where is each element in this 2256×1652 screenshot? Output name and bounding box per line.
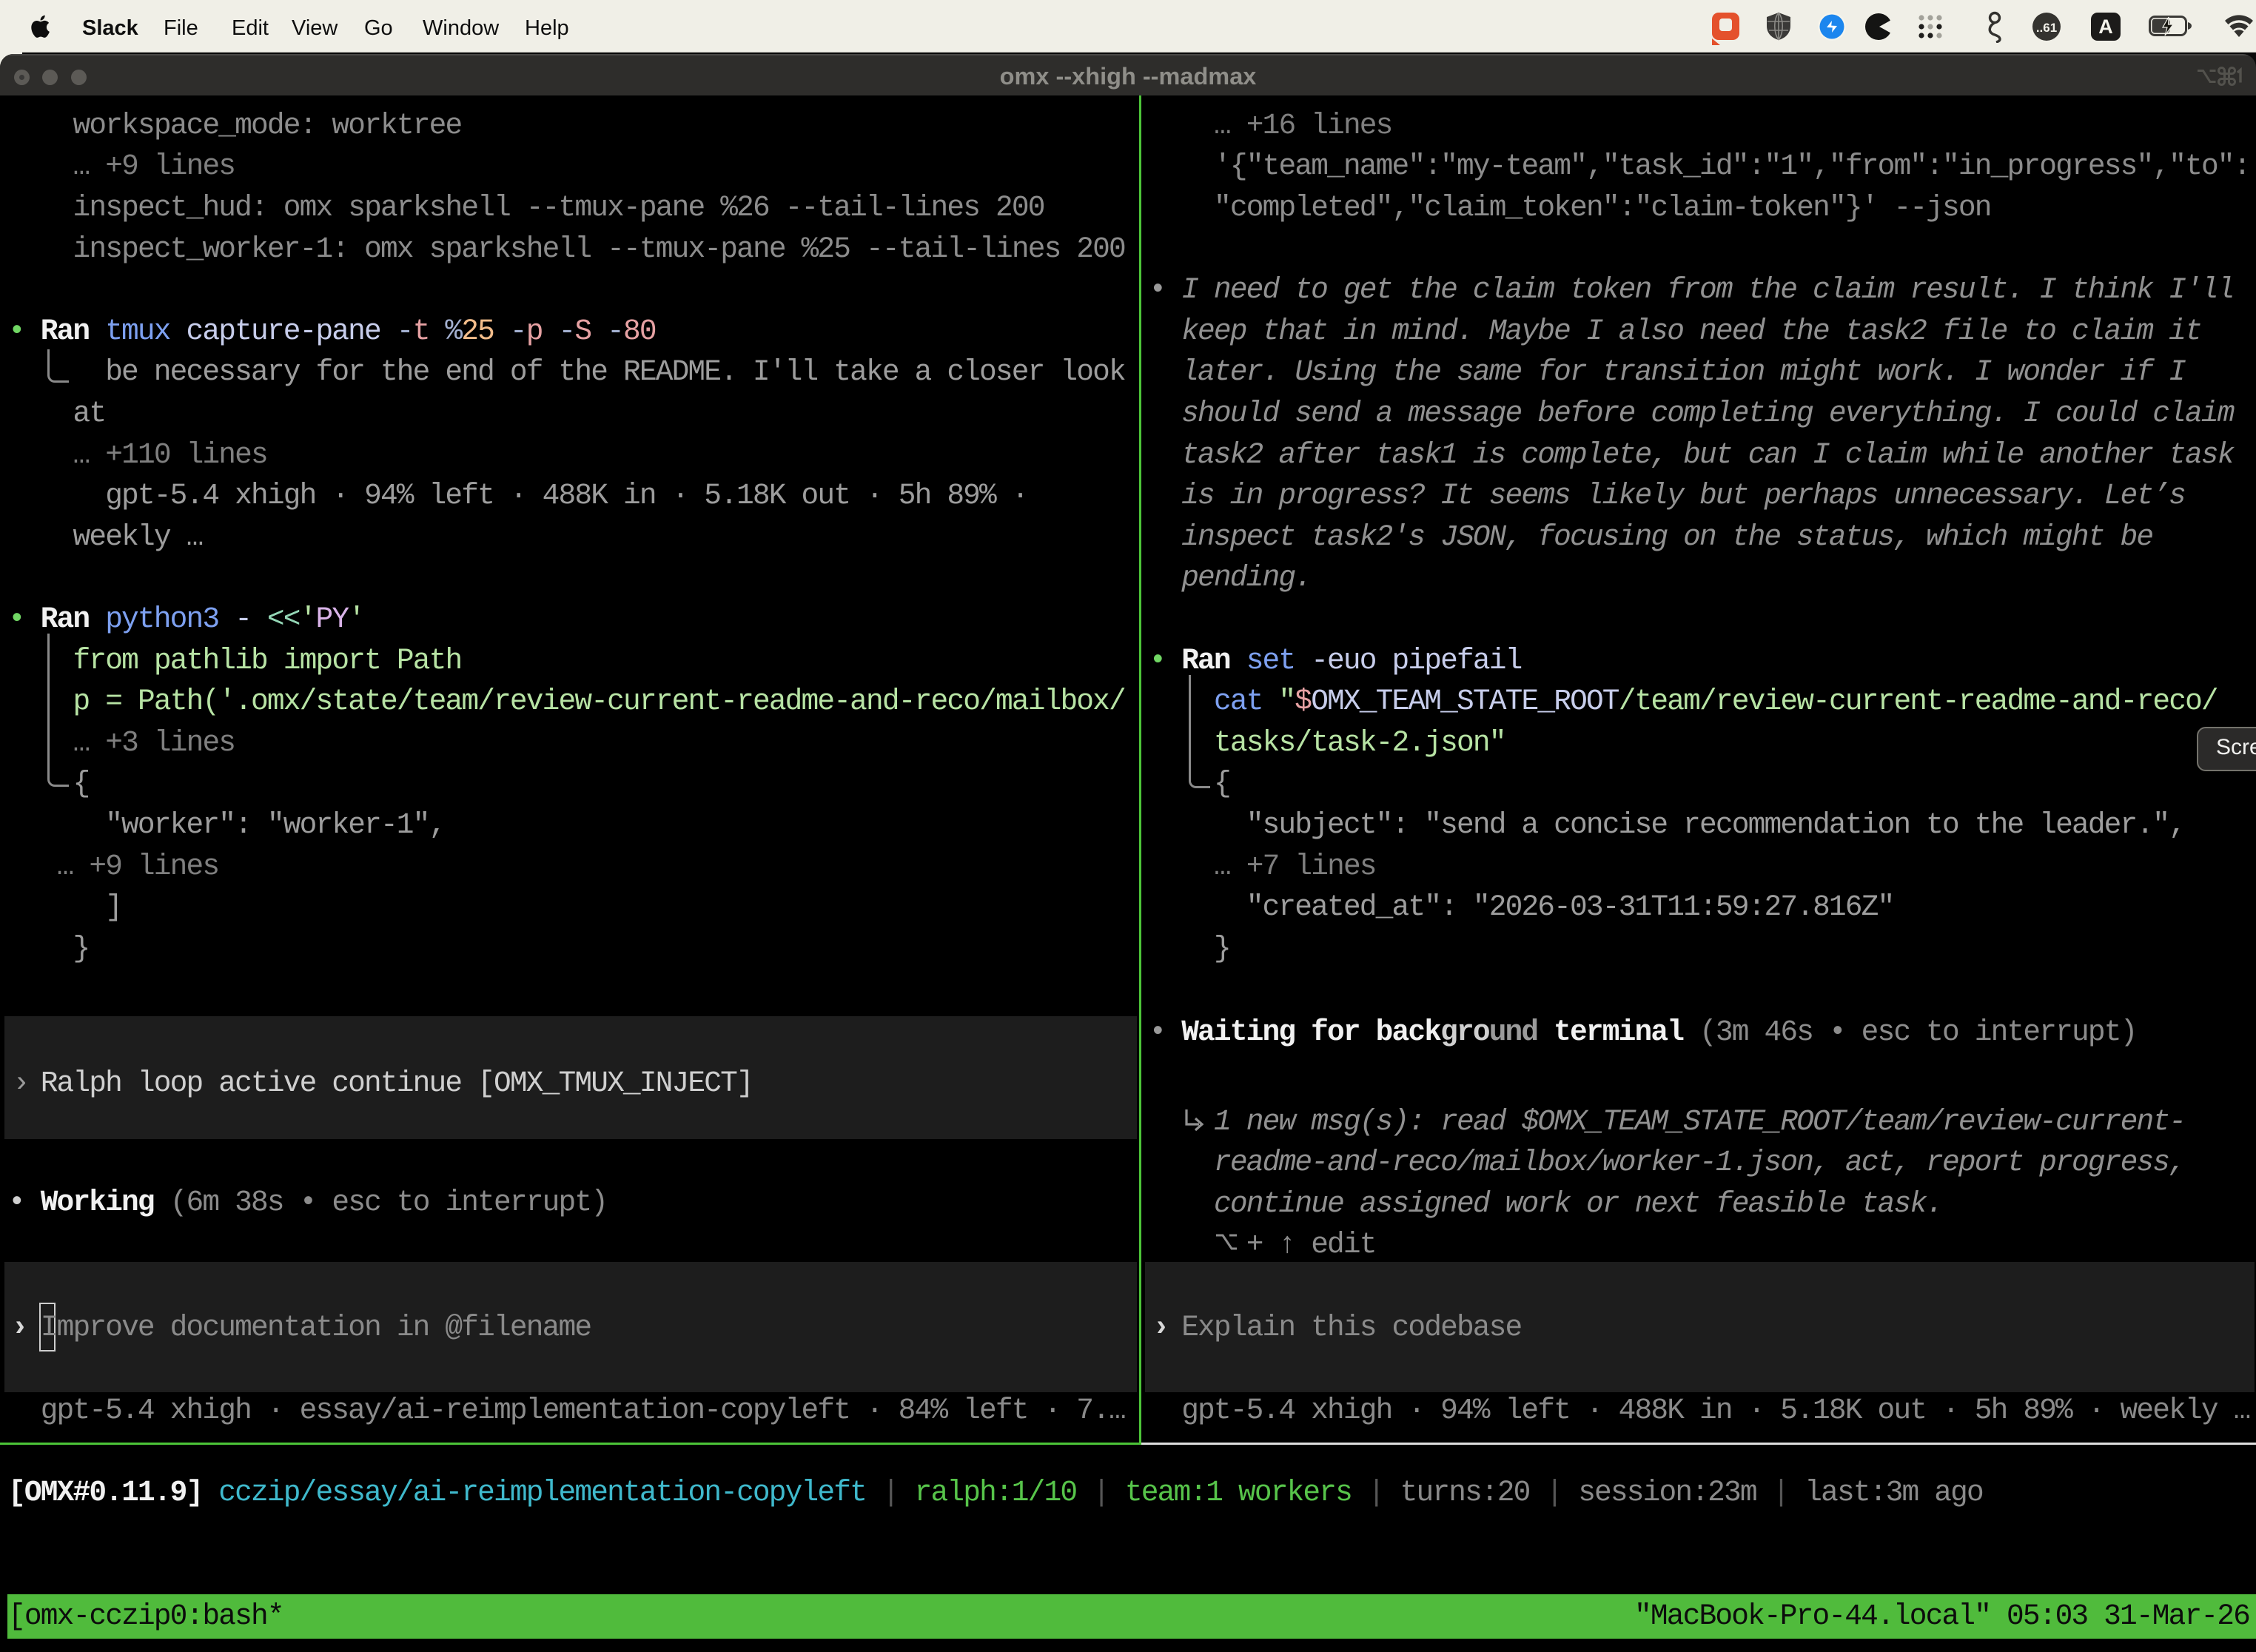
svg-text:..61: ..61	[2036, 21, 2057, 35]
